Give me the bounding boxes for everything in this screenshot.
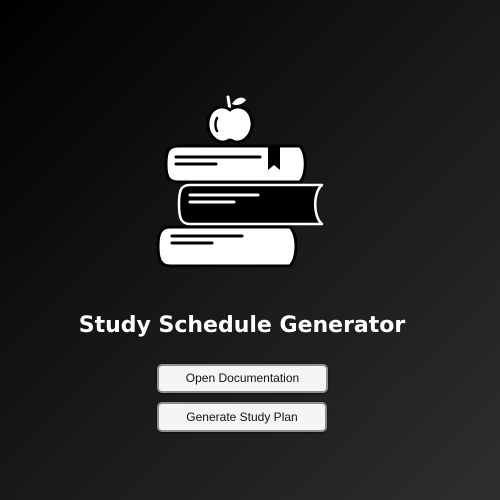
generate-study-plan-button[interactable]: Generate Study Plan <box>157 402 327 432</box>
books-with-apple-icon <box>150 88 330 278</box>
bottom-book-icon <box>156 225 298 268</box>
middle-book-icon <box>177 183 324 226</box>
open-documentation-button[interactable]: Open Documentation <box>157 364 328 393</box>
page-title: Study Schedule Generator <box>78 313 406 338</box>
apple-icon <box>206 95 254 144</box>
top-book-icon <box>164 144 307 184</box>
